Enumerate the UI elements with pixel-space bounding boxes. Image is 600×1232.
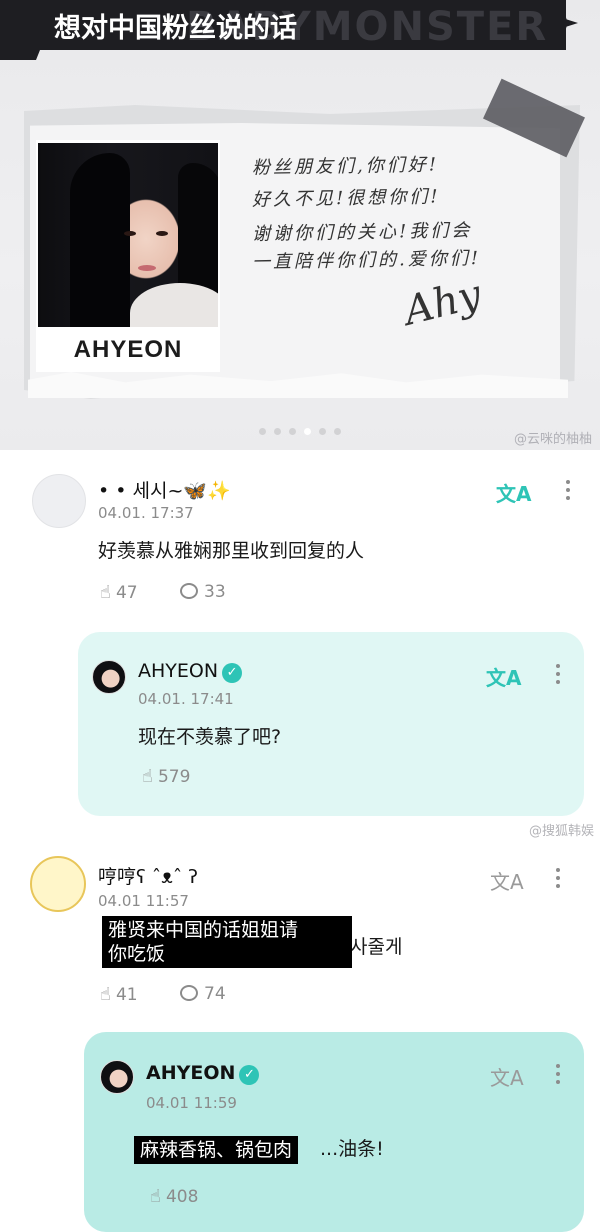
- reply-count[interactable]: 33: [180, 582, 226, 602]
- avatar[interactable]: [30, 856, 86, 912]
- comment-time: 04.01. 17:37: [98, 504, 194, 522]
- reply-author[interactable]: AHYEON ✓: [138, 660, 243, 683]
- more-options-icon[interactable]: [565, 480, 571, 504]
- like-count[interactable]: ☝ 408: [150, 1186, 198, 1207]
- comment-time: 04.01 11:57: [98, 892, 189, 910]
- like-icon: ☝: [100, 582, 111, 603]
- avatar[interactable]: [100, 1060, 134, 1094]
- avatar[interactable]: [92, 660, 126, 694]
- comment-author[interactable]: 哼哼ʕ ˆᴥˆ ʔ: [98, 862, 198, 889]
- note-line-3: 谢谢你们的关心!我们会: [251, 220, 473, 245]
- like-icon: ☝: [100, 984, 111, 1005]
- verified-icon: ✓: [222, 663, 243, 683]
- reply-text: ...油条!: [320, 1138, 384, 1160]
- carousel-indicator: [0, 420, 600, 439]
- like-icon: ☝: [150, 1186, 161, 1207]
- comment-icon: [180, 985, 198, 1001]
- reply-time: 04.01 11:59: [146, 1094, 237, 1112]
- reply-count[interactable]: 74: [180, 984, 226, 1004]
- note-line-4: 一直陪伴你们的.爱你们!: [251, 248, 482, 273]
- like-count[interactable]: ☝ 47: [100, 582, 138, 603]
- note-line-1: 粉丝朋友们,你们好!: [251, 154, 440, 179]
- comment-text: 好羡慕从雅娴那里收到回复的人: [98, 540, 365, 562]
- translate-icon[interactable]: 文A: [490, 1062, 524, 1091]
- more-options-icon[interactable]: [555, 664, 561, 688]
- more-options-icon[interactable]: [555, 868, 561, 892]
- comment-text: 사줄게: [350, 936, 403, 958]
- translate-icon[interactable]: 文A: [496, 478, 531, 507]
- reply-author[interactable]: AHYEON ✓: [146, 1062, 260, 1085]
- post-image-banner[interactable]: BABYMONSTER 想对中国粉丝说的话 AHYEON 粉丝朋友们,你们好! …: [0, 0, 600, 450]
- member-photo: [38, 143, 218, 327]
- like-count[interactable]: ☝ 41: [100, 984, 138, 1005]
- watermark: @云咪的柚柚: [513, 432, 592, 447]
- translation-caption: 麻辣香锅、锅包肉: [134, 1136, 299, 1164]
- translate-icon[interactable]: 文A: [486, 662, 521, 691]
- comment-author[interactable]: • • 세시~🦋✨: [98, 476, 231, 503]
- like-count[interactable]: ☝ 579: [142, 766, 190, 787]
- translation-caption: 雅贤来中国的话姐姐请 你吃饭: [102, 916, 352, 968]
- verified-icon: ✓: [239, 1065, 260, 1085]
- avatar[interactable]: [32, 474, 86, 528]
- watermark: @搜狐韩娱: [528, 824, 594, 839]
- banner-title: 想对中国粉丝说的话: [54, 13, 297, 44]
- note-line-2: 好久不见!很想你们!: [251, 186, 441, 211]
- translate-icon[interactable]: 文A: [490, 866, 524, 895]
- reply-time: 04.01. 17:41: [138, 690, 234, 708]
- comment-icon: [180, 583, 198, 599]
- reply-text: 现在不羡慕了吧?: [138, 726, 282, 748]
- more-options-icon[interactable]: [555, 1064, 561, 1088]
- photo-caption: AHYEON: [73, 336, 183, 363]
- like-icon: ☝: [142, 766, 153, 787]
